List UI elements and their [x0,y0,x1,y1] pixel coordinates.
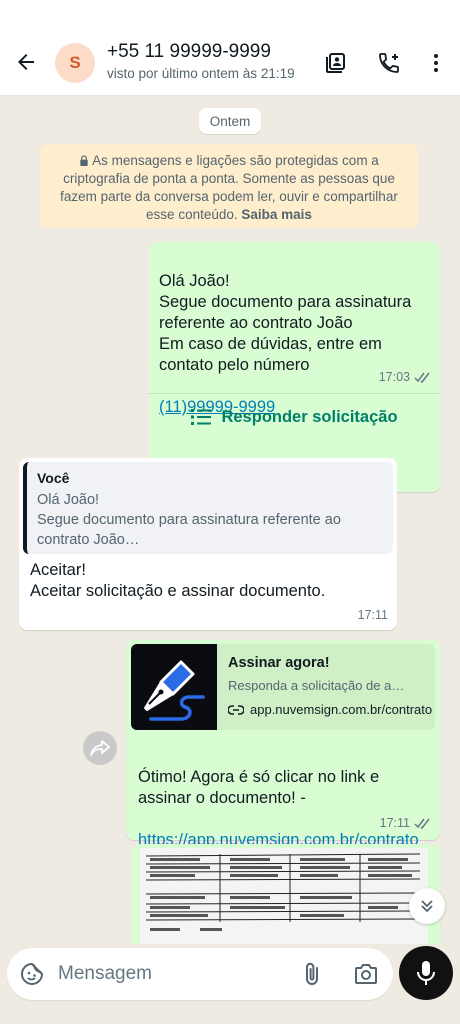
list-icon [191,409,212,425]
quote-author: Você [37,470,70,486]
message-bubble-incoming[interactable]: Você Olá João! Segue documento para assi… [19,458,397,630]
contact-card-icon [326,53,345,73]
contact-card-button[interactable] [321,48,351,78]
lock-icon [80,155,88,166]
double-check-icon [414,372,430,383]
link-icon [228,704,244,715]
quoted-message[interactable]: Você Olá João! Segue documento para assi… [23,462,393,554]
learn-more-link[interactable]: Saiba mais [241,207,312,222]
contact-status: visto por último ontem às 21:19 [107,66,295,81]
voice-message-button[interactable] [399,946,453,1000]
avatar-initial: S [69,53,81,72]
preview-description: Responda a solicitação de a… [228,678,405,693]
preview-title: Assinar agora! [228,655,330,671]
message-time: 17:11 [357,608,388,622]
encryption-notice-text: As mensagens e ligações são protegidas c… [60,153,398,222]
message-text: Olá João! Segue documento para assinatur… [159,272,412,374]
pen-logo-icon [144,660,205,721]
encryption-notice[interactable]: As mensagens e ligações são protegidas c… [40,144,418,228]
message-composer [7,948,393,1000]
camera-button[interactable] [351,959,381,989]
message-bubble-outgoing[interactable]: Assinar agora! Responda a solicitação de… [126,640,440,849]
message-bubble-outgoing[interactable]: Olá João! Segue documento para assinatur… [149,242,440,492]
camera-icon [355,964,377,984]
message-text: Ótimo! Agora é só clicar no link e assin… [138,768,380,807]
more-options-button[interactable] [421,48,451,78]
message-text: Aceitar! Aceitar solicitação e assinar d… [30,561,326,600]
sticker-button[interactable] [17,959,47,989]
chat-header: S +55 11 99999-9999 visto por último ont… [0,0,460,96]
preview-url: app.nuvemsign.com.br/contrato [228,702,432,717]
forward-icon [90,740,110,756]
system-nav-area [0,1006,460,1024]
contact-name[interactable]: +55 11 99999-9999 [107,41,271,63]
reply-request-label: Responder solicitação [221,407,398,426]
message-meta: 17:11 [380,816,432,830]
double-check-icon [414,818,430,829]
chat-area[interactable]: Ontem As mensagens e ligações são proteg… [0,96,460,944]
message-input[interactable] [58,961,288,987]
message-time: 17:11 [379,816,410,830]
message-time: 17:03 [378,370,410,384]
quote-text: Olá João! Segue documento para assinatur… [37,492,341,548]
preview-thumbnail [131,644,217,730]
avatar[interactable]: S [55,43,95,83]
preview-url-text: app.nuvemsign.com.br/contrato [250,702,433,717]
reply-request-button[interactable]: Responder solicitação [149,394,440,440]
message-meta: 17:03 [379,370,432,384]
add-call-button[interactable] [374,48,404,78]
mic-icon [417,961,435,985]
more-vert-icon [434,54,438,72]
document-scan-image [140,848,428,944]
scroll-to-bottom-button[interactable] [409,888,445,924]
add-call-icon [379,53,399,73]
forward-button[interactable] [83,731,117,765]
chevrons-down-icon [421,900,433,913]
attach-button[interactable] [297,959,327,989]
link-preview[interactable]: Assinar agora! Responda a solicitação de… [131,644,435,730]
back-button[interactable] [10,46,42,78]
sticker-icon [21,962,44,985]
day-label: Ontem [199,108,261,134]
document-image[interactable] [140,848,428,944]
back-arrow-icon [18,54,34,70]
attach-icon [306,962,318,985]
